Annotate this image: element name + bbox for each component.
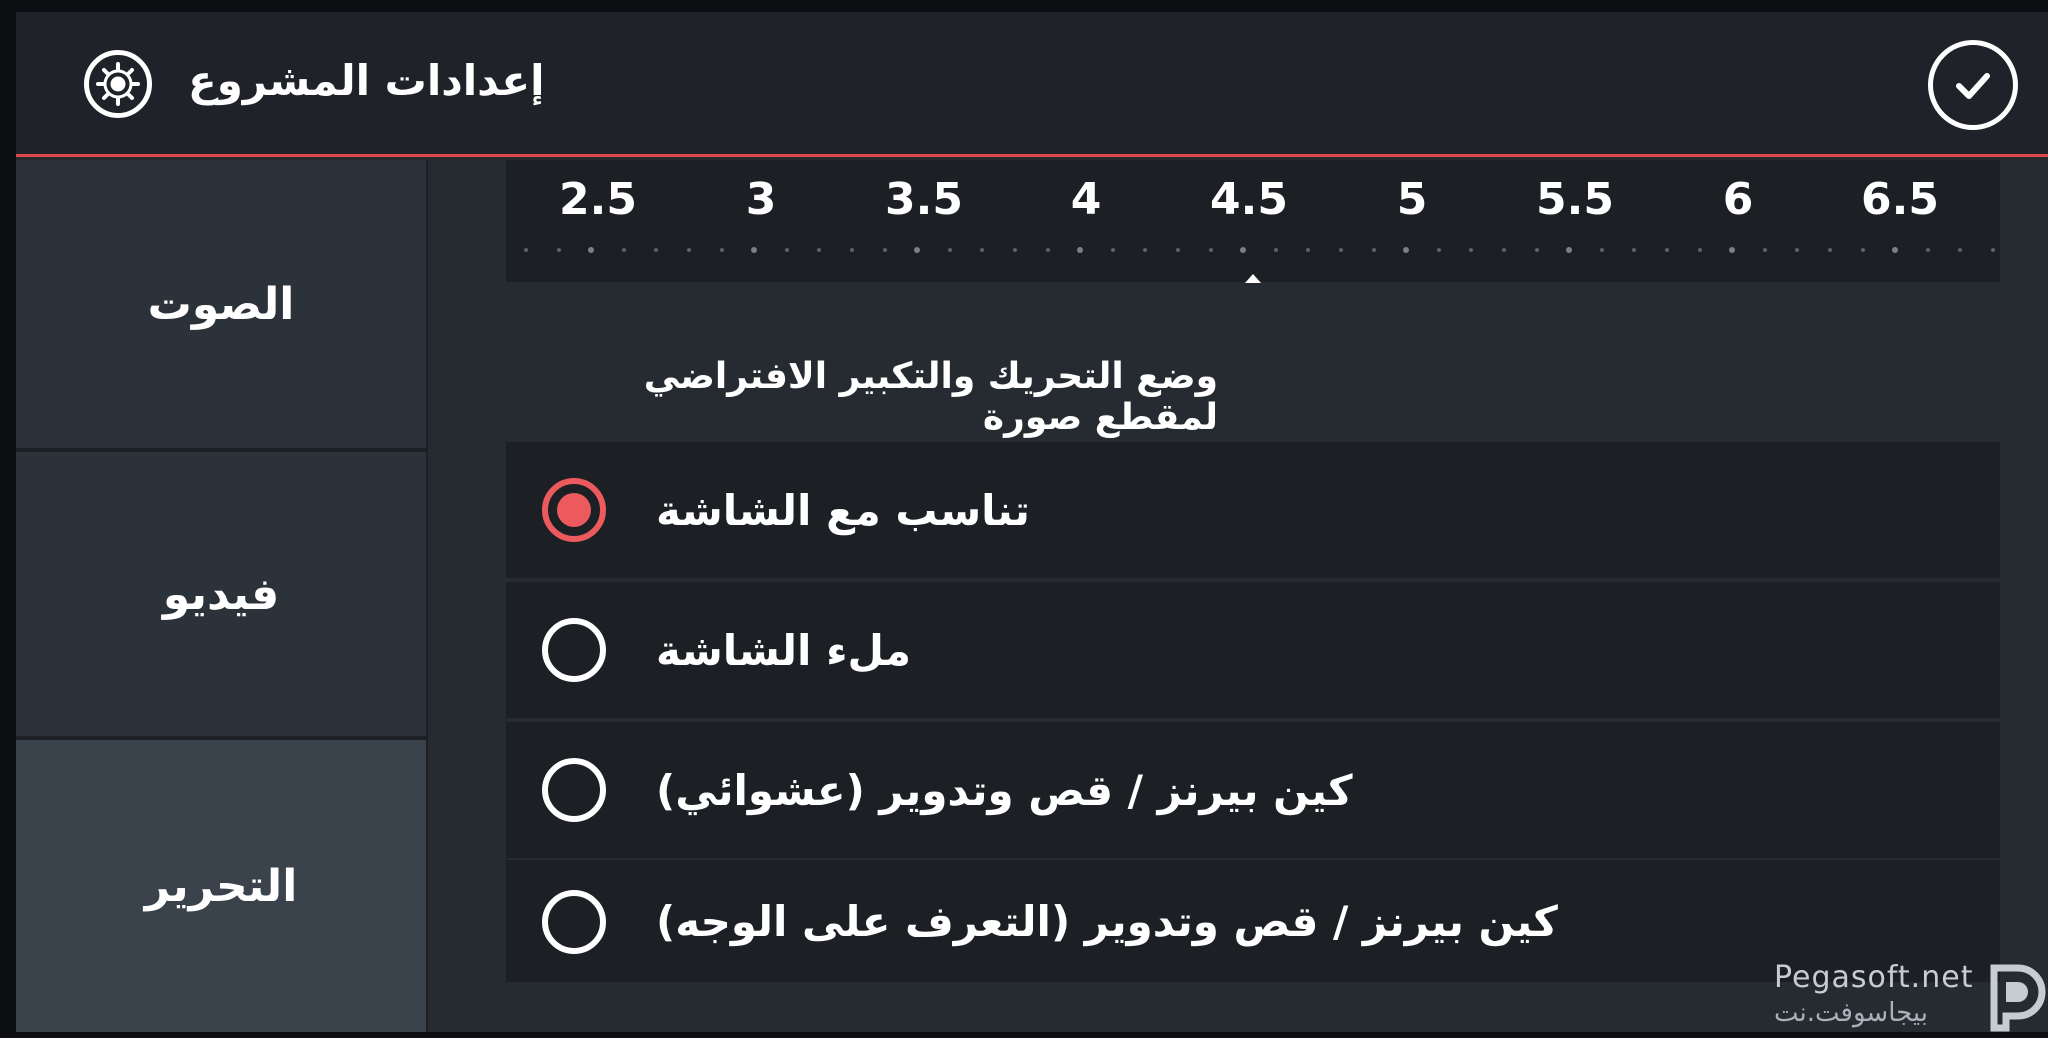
- ruler-tick-dot: [1403, 247, 1410, 253]
- sidebar-item-video[interactable]: فيديو: [16, 452, 426, 736]
- ruler-tick-dot: [1795, 248, 1800, 252]
- ruler-tick-dot: [1469, 248, 1474, 252]
- watermark-subtext: بيجاسوفت.نت: [1774, 998, 1928, 1028]
- ruler-tick-dot: [1665, 248, 1669, 252]
- confirm-button[interactable]: [1928, 40, 2018, 130]
- ruler-tick-label: 4: [1070, 174, 1102, 225]
- ruler-tick-dot: [1860, 248, 1865, 252]
- ruler-tick-dot: [980, 248, 985, 252]
- ruler-tick-dot: [882, 248, 887, 252]
- ruler-tick-dot: [914, 247, 921, 253]
- ruler-tick-label: 3.5: [885, 174, 963, 225]
- ruler-tick-dot: [1176, 248, 1180, 252]
- pan-zoom-options: تناسب مع الشاشة ملء الشاشة كين بيرنز / ق…: [506, 442, 2000, 982]
- sidebar-item-label: فيديو: [162, 568, 280, 620]
- ruler-tick-label: 2.5: [559, 174, 637, 225]
- option-fit-screen[interactable]: تناسب مع الشاشة: [506, 442, 2000, 578]
- ruler-tick-dot: [1143, 248, 1148, 252]
- ruler-tick-dot: [1110, 248, 1115, 252]
- ruler-tick-label: 6.5: [1861, 174, 1939, 225]
- ruler-tick-dot: [751, 247, 758, 253]
- ruler-pointer-indicator: [1245, 274, 1261, 283]
- ruler-tick-dot: [947, 248, 952, 252]
- radio-button-selected[interactable]: [542, 478, 606, 542]
- ruler-tick-label: 3: [745, 174, 777, 225]
- sidebar-item-label: الصوت: [147, 278, 295, 330]
- pan-zoom-section-label: وضع التحريك والتكبير الافتراضي لمقطع صور…: [643, 356, 1218, 438]
- ruler-tick-dot: [1273, 248, 1278, 252]
- sidebar-item-label: التحرير: [144, 860, 298, 912]
- option-fill-screen[interactable]: ملء الشاشة: [506, 582, 2000, 718]
- radio-button[interactable]: [542, 890, 606, 954]
- watermark-logo: Pegasoft.net بيجاسوفت.نت: [1774, 960, 2048, 1038]
- ruler-tick-dot: [1339, 248, 1343, 252]
- option-label: كين بيرنز / قص وتدوير (التعرف على الوجه): [656, 896, 1558, 946]
- option-label-wrap: كين بيرنز / قص وتدوير (عشوائي): [656, 722, 1353, 858]
- option-label: ملء الشاشة: [656, 625, 912, 675]
- radio-button[interactable]: [542, 618, 606, 682]
- option-ken-burns-random[interactable]: كين بيرنز / قص وتدوير (عشوائي): [506, 722, 2000, 858]
- ruler-tick-dot: [1436, 248, 1441, 252]
- option-label-wrap: تناسب مع الشاشة: [656, 442, 1030, 578]
- ruler-tick-dot: [1892, 247, 1899, 253]
- ruler-tick-dot: [654, 248, 659, 252]
- ruler-tick-dot: [1958, 248, 1963, 252]
- check-icon: [1956, 73, 1990, 99]
- sidebar: الصوت فيديو التحرير: [16, 160, 428, 1032]
- pegasoft-logo-icon: [1990, 964, 2046, 1032]
- option-label: كين بيرنز / قص وتدوير (عشوائي): [656, 765, 1353, 815]
- ruler-tick-label: 4.5: [1210, 174, 1288, 225]
- header-bar: إعدادات المشروع: [16, 12, 2048, 157]
- option-label-wrap: كين بيرنز / قص وتدوير (التعرف على الوجه): [656, 860, 1558, 982]
- project-settings-window: إعدادات المشروع الصوت فيديو التحرير 2.5 …: [16, 12, 2048, 1032]
- sidebar-item-editing[interactable]: التحرير: [16, 740, 426, 1032]
- ruler-tick-dot: [621, 248, 626, 252]
- ruler-tick-dot: [1013, 248, 1017, 252]
- ruler-tick-dot: [524, 248, 528, 252]
- ruler-tick-dot: [1371, 248, 1376, 252]
- ruler-tick-dot: [1306, 248, 1311, 252]
- option-label: تناسب مع الشاشة: [656, 485, 1030, 535]
- ruler-tick-label: 5.5: [1536, 174, 1614, 225]
- ruler-tick-dot: [1566, 247, 1573, 253]
- ruler-tick-dot: [1502, 248, 1506, 252]
- duration-ruler-slider[interactable]: 2.5 3 3.5 4 4.5 5 5.5 6 6.5: [506, 160, 2000, 283]
- ruler-tick-dot: [784, 248, 789, 252]
- ruler-tick-dot: [1991, 248, 1995, 252]
- option-label-wrap: ملء الشاشة: [656, 582, 911, 718]
- ruler-tick-label: 5: [1396, 174, 1428, 225]
- ruler-tick-dot: [850, 248, 854, 252]
- ruler-tick-dot: [1828, 248, 1832, 252]
- ruler-tick-dot: [1925, 248, 1930, 252]
- ruler-tick-dot: [719, 248, 724, 252]
- ruler-tick-dot: [556, 248, 561, 252]
- ruler-tick-dot: [687, 248, 691, 252]
- sidebar-item-audio[interactable]: الصوت: [16, 160, 426, 448]
- settings-content: 2.5 3 3.5 4 4.5 5 5.5 6 6.5 وضع التحريك …: [428, 160, 2048, 1032]
- page-title: إعدادات المشروع: [188, 56, 545, 105]
- ruler-tick-dot: [817, 248, 822, 252]
- ruler-tick-dot: [1045, 248, 1050, 252]
- ruler-tick-dot: [1534, 248, 1539, 252]
- ruler-tick-label: 6: [1722, 174, 1754, 225]
- ruler-tick-dot: [1697, 248, 1702, 252]
- watermark-text: Pegasoft.net: [1774, 960, 1974, 995]
- ruler-tick-dot: [1762, 248, 1767, 252]
- ruler-tick-dot: [1077, 247, 1084, 253]
- radio-button[interactable]: [542, 758, 606, 822]
- ruler-tick-dot: [1240, 247, 1247, 253]
- ruler-tick-dot: [1729, 247, 1736, 253]
- ruler-tick-dot: [1632, 248, 1637, 252]
- ruler-tick-dot: [1208, 248, 1213, 252]
- gear-icon: [84, 50, 152, 118]
- ruler-tick-dot: [1599, 248, 1604, 252]
- ruler-tick-dot: [588, 247, 595, 253]
